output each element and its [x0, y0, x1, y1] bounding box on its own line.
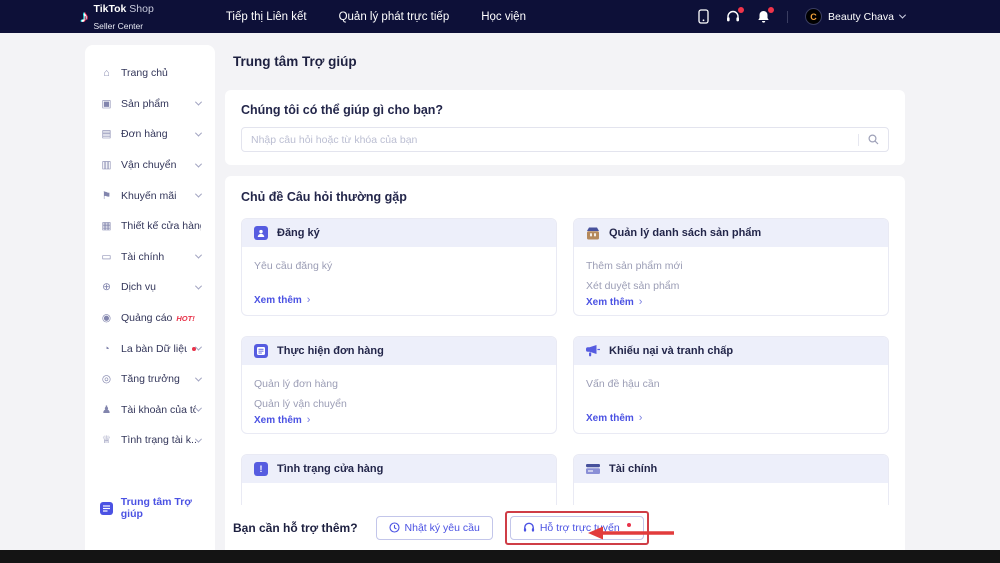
chevron-down-icon	[194, 374, 203, 382]
nav-link-affiliate[interactable]: Tiếp thị Liên kết	[226, 11, 307, 23]
topic-card-listing-management: Quản lý danh sách sản phẩm Thêm sản phẩm…	[573, 218, 889, 316]
person-badge-icon	[254, 226, 268, 240]
basket-icon	[586, 227, 600, 240]
globe-icon: ⊕	[102, 281, 111, 294]
search-box	[241, 127, 889, 152]
sidebar-item-help-center[interactable]: Trung tâm Trợ giúp	[100, 496, 215, 520]
card-icon: ▭	[101, 250, 112, 263]
brand-logo[interactable]: ♪ TikTok Shop Seller Center	[80, 0, 154, 33]
alert-icon: !	[254, 462, 268, 476]
megaphone-icon: ⚑	[101, 189, 112, 202]
chevron-down-icon	[194, 190, 203, 198]
sidebar-item-products[interactable]: ▣ Sản phẩm	[85, 89, 215, 120]
search-card: Chúng tôi có thể giúp gì cho bạn?	[225, 90, 905, 165]
product-icon: ▣	[101, 97, 112, 110]
topic-card-registration: Đăng ký Yêu cầu đăng ký Xem thêm ›	[241, 218, 557, 316]
annotation-arrow	[588, 525, 676, 546]
sidebar-item-growth[interactable]: ◎ Tăng trưởng	[85, 364, 215, 395]
sidebar-item-data-compass[interactable]: ◔ La bàn Dữ liệu	[85, 333, 215, 364]
topic-link[interactable]: Quản lý vận chuyển	[254, 394, 544, 414]
page-title: Trung tâm Trợ giúp	[233, 54, 357, 69]
megaphone-icon	[586, 345, 600, 357]
see-more-link[interactable]: Xem thêm ›	[254, 414, 544, 426]
sidebar-item-account-health[interactable]: ♕ Tình trạng tài k...	[85, 425, 215, 456]
mobile-app-icon[interactable]	[698, 9, 709, 24]
top-navbar: ♪ TikTok Shop Seller Center Tiếp thị Liê…	[0, 0, 1000, 33]
see-more-link[interactable]: Xem thêm ›	[254, 294, 544, 306]
hot-badge: HOT!	[176, 313, 195, 323]
chevron-down-icon	[898, 11, 907, 19]
sidebar: ⌂ Trang chủ ▣ Sản phẩm ▤ Đơn hàng ▥ Vận …	[85, 45, 215, 550]
account-name: Beauty Chava	[828, 10, 894, 23]
top-nav-links: Tiếp thị Liên kết Quản lý phát trực tiếp…	[226, 11, 526, 23]
brand-line2: Seller Center	[93, 20, 144, 31]
sidebar-item-store-design[interactable]: ▦ Thiết kế cửa hàng	[85, 211, 215, 242]
credit-card-icon	[586, 464, 600, 474]
user-icon: ♟	[101, 403, 112, 416]
see-more-link[interactable]: Xem thêm ›	[586, 296, 876, 308]
avatar: C	[805, 8, 823, 25]
headset-support-icon[interactable]	[726, 7, 745, 23]
headset-icon	[523, 522, 535, 533]
nav-link-live-manager[interactable]: Quản lý phát trực tiếp	[339, 11, 450, 23]
compass-chart-icon: ◔	[103, 342, 110, 355]
store-icon: ▦	[101, 220, 112, 233]
chevron-down-icon	[194, 251, 203, 259]
chevron-down-icon	[194, 129, 203, 137]
sidebar-item-orders[interactable]: ▤ Đơn hàng	[85, 119, 215, 150]
history-clock-icon	[388, 522, 400, 533]
faq-heading: Chủ đề Câu hỏi thường gặp	[241, 190, 407, 204]
notification-dot	[768, 6, 775, 13]
search-input[interactable]	[251, 133, 858, 146]
chevron-down-icon	[194, 98, 203, 107]
ads-icon: ◉	[101, 312, 112, 325]
see-more-link[interactable]: Xem thêm ›	[586, 412, 876, 424]
sidebar-item-shipping[interactable]: ▥ Vận chuyển	[85, 150, 215, 181]
support-prompt: Bạn cần hỗ trợ thêm?	[233, 520, 358, 535]
sidebar-item-services[interactable]: ⊕ Dịch vụ	[85, 272, 215, 303]
tiktok-logo-icon: ♪	[80, 7, 89, 26]
sidebar-item-promotions[interactable]: ⚑ Khuyến mãi	[85, 180, 215, 211]
topic-grid: Đăng ký Yêu cầu đăng ký Xem thêm › Quản l…	[241, 218, 889, 550]
home-icon: ⌂	[103, 67, 110, 80]
notification-dot	[738, 7, 745, 13]
support-footer: Bạn cần hỗ trợ thêm? Nhật ký yêu cầu Hỗ …	[225, 505, 905, 550]
request-log-button[interactable]: Nhật ký yêu cầu	[375, 515, 493, 540]
search-heading: Chúng tôi có thể giúp gì cho bạn?	[241, 103, 444, 117]
screen-bottom-strip	[0, 550, 1000, 563]
nav-link-academy[interactable]: Học viện	[481, 11, 526, 23]
topic-link[interactable]: Yêu cầu đăng ký	[254, 256, 544, 276]
topic-link[interactable]: Quản lý đơn hàng	[254, 374, 544, 394]
help-center-icon	[100, 501, 113, 515]
sidebar-item-my-account[interactable]: ♟ Tài khoản của tôi	[85, 395, 215, 426]
chevron-down-icon	[195, 343, 203, 351]
medal-icon: ◎	[101, 373, 112, 386]
order-icon: ▤	[101, 128, 112, 141]
topic-link[interactable]: Vấn đề hậu cần	[586, 374, 876, 394]
brand-name-rest: Shop	[126, 2, 154, 15]
truck-icon: ▥	[101, 159, 112, 172]
brand-line1: TikTok Shop	[94, 3, 154, 15]
divider	[858, 133, 859, 146]
brand-name-bold: TikTok	[93, 2, 127, 15]
chevron-down-icon	[194, 160, 203, 168]
topic-link[interactable]: Thêm sản phẩm mới	[586, 256, 876, 276]
topic-card-order-fulfillment: Thực hiện đơn hàng Quản lý đơn hàng Quản…	[241, 336, 557, 434]
divider	[787, 10, 789, 23]
faq-card: Chủ đề Câu hỏi thường gặp Đăng ký Yêu cầ…	[225, 176, 905, 550]
document-icon	[254, 344, 268, 358]
sidebar-item-finance[interactable]: ▭ Tài chính	[85, 242, 215, 273]
bell-icon[interactable]	[757, 6, 775, 24]
search-icon[interactable]	[868, 134, 879, 145]
topic-card-complaints-disputes: Khiếu nại và tranh chấp Vấn đề hậu cần X…	[573, 336, 889, 434]
trophy-icon: ♕	[101, 434, 112, 447]
chevron-down-icon	[194, 282, 203, 290]
account-menu[interactable]: C Beauty Chava	[805, 8, 907, 25]
sidebar-item-home[interactable]: ⌂ Trang chủ	[85, 58, 215, 89]
sidebar-item-ads[interactable]: ◉ Quảng cáo HOT!	[85, 303, 215, 334]
topic-link[interactable]: Xét duyệt sản phẩm	[586, 276, 876, 296]
